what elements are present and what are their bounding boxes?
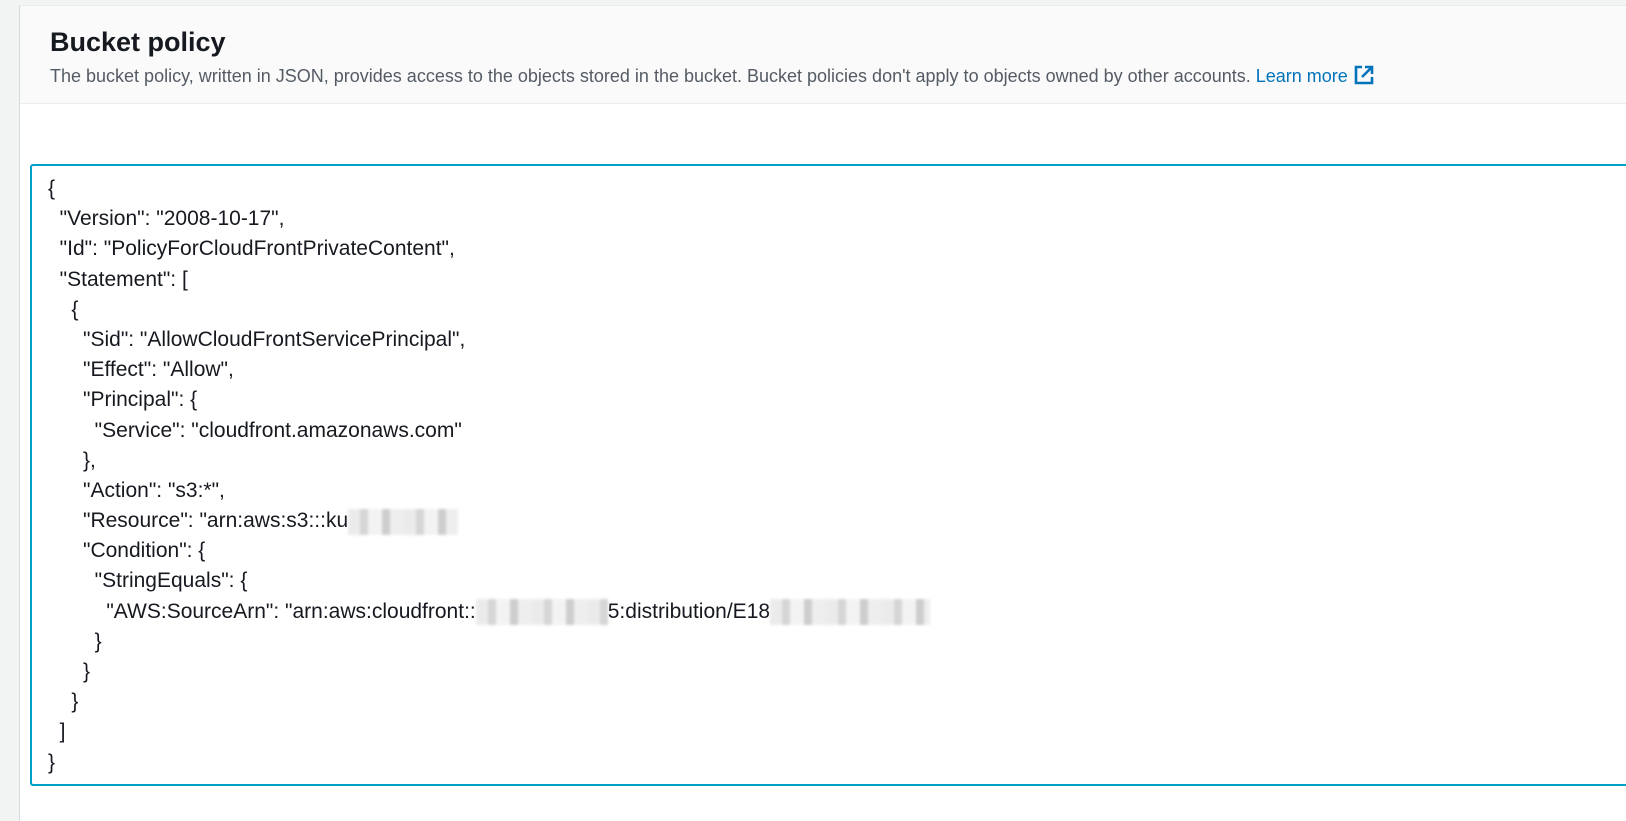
code-line: "Id": "PolicyForCloudFrontPrivateContent… [32, 234, 1626, 264]
learn-more-label: Learn more [1255, 66, 1348, 86]
code-text: "Sid": "AllowCloudFrontServicePrincipal"… [48, 327, 466, 351]
code-text: "Resource": "arn:aws:s3:::ku [48, 509, 349, 533]
description-text: The bucket policy, written in JSON, prov… [50, 66, 1251, 86]
code-text: "Service": "cloudfront.amazonaws.com" [48, 418, 462, 442]
code-line: { [32, 174, 1626, 204]
code-text: ] [48, 720, 66, 744]
redacted-region [475, 599, 608, 626]
code-text: } [48, 629, 102, 653]
external-link-icon [1353, 64, 1375, 92]
code-text: "Condition": { [48, 539, 206, 563]
code-text: "Statement": [ [48, 267, 188, 291]
redacted-region [348, 508, 459, 535]
code-line: { [32, 295, 1626, 325]
code-line: "Service": "cloudfront.amazonaws.com" [32, 416, 1626, 446]
code-text: "Action": "s3:*", [48, 478, 225, 502]
redacted-region [770, 599, 931, 626]
code-text: "AWS:SourceArn": "arn:aws:cloudfront:: [48, 599, 476, 623]
panel-description: The bucket policy, written in JSON, prov… [50, 64, 1375, 92]
code-line: } [32, 657, 1626, 687]
code-line: "StringEquals": { [32, 566, 1626, 596]
page-title: Bucket policy [50, 27, 226, 57]
code-text: { [48, 297, 79, 321]
code-text: { [48, 177, 56, 200]
code-line: } [32, 627, 1626, 657]
learn-more-link[interactable]: Learn more [1255, 65, 1375, 86]
code-line: "Condition": { [32, 536, 1626, 566]
code-text: "Effect": "Allow", [48, 358, 234, 382]
code-text: } [48, 690, 79, 714]
code-text: "Principal": { [48, 388, 198, 412]
code-line: "Principal": { [32, 385, 1626, 415]
code-line: "Statement": [ [32, 265, 1626, 295]
code-text: "Version": "2008-10-17", [48, 207, 285, 231]
code-line: }, [32, 446, 1626, 476]
code-text: "StringEquals": { [48, 569, 248, 593]
code-text: } [48, 750, 56, 774]
panel-header: Bucket policy The bucket policy, written… [20, 6, 1626, 104]
code-line: "Version": "2008-10-17", [32, 204, 1626, 234]
code-line: ] [32, 717, 1626, 747]
code-line: } [32, 687, 1626, 717]
code-line: "AWS:SourceArn": "arn:aws:cloudfront:: 5:… [32, 597, 1626, 627]
code-line: } [32, 748, 1626, 778]
code-text: 5:distribution/E18 [607, 599, 771, 623]
code-line: "Action": "s3:*", [32, 476, 1626, 506]
code-text: "Id": "PolicyForCloudFrontPrivateContent… [48, 237, 455, 261]
code-text: } [48, 660, 91, 683]
code-text: }, [48, 448, 96, 472]
code-line: "Effect": "Allow", [32, 355, 1626, 385]
code-line: "Sid": "AllowCloudFrontServicePrincipal"… [32, 325, 1626, 355]
code-line: "Resource": "arn:aws:s3:::ku [32, 506, 1626, 536]
policy-editor[interactable]: { "Version": "2008-10-17", "Id": "Policy… [30, 164, 1626, 786]
